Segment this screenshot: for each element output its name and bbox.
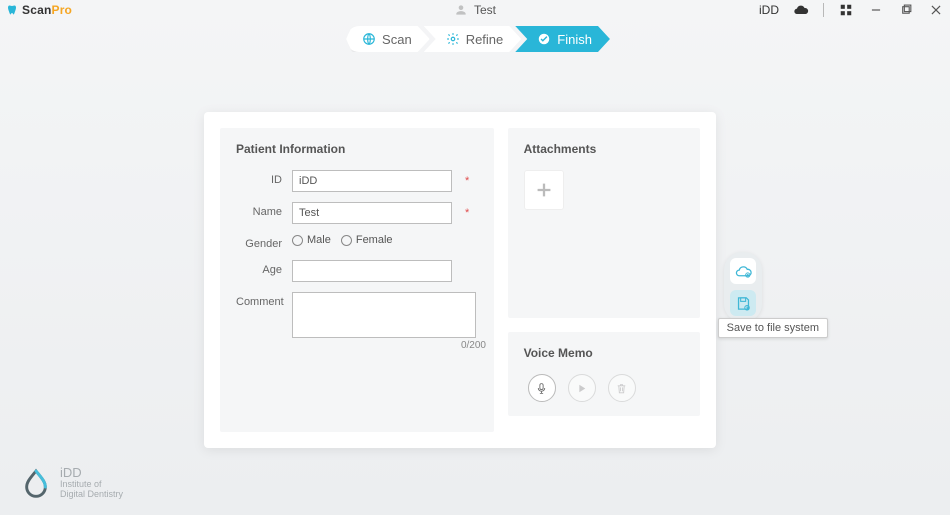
droplet-icon [20, 467, 52, 499]
save-to-file-button[interactable] [730, 290, 756, 316]
step-label: Scan [382, 32, 412, 47]
header-idd-label[interactable]: iDD [759, 3, 779, 17]
close-button[interactable] [928, 2, 944, 18]
header-user-name: Test [474, 3, 496, 17]
logo-text: ScanPro [22, 3, 72, 17]
main-card: Patient Information ID * Name * Gender [204, 112, 716, 448]
save-tooltip: Save to file system [718, 318, 828, 338]
header-user: Test [454, 3, 496, 17]
play-button[interactable] [568, 374, 596, 402]
watermark-logo: iDD Institute of Digital Dentistry [20, 466, 123, 499]
minimize-button[interactable] [868, 2, 884, 18]
patient-info-panel: Patient Information ID * Name * Gender [220, 128, 494, 432]
header-actions: iDD [759, 2, 944, 18]
step-finish[interactable]: Finish [515, 26, 610, 52]
floppy-disk-icon [735, 295, 752, 312]
panel-title: Patient Information [236, 142, 478, 156]
comment-textarea[interactable] [292, 292, 476, 338]
required-marker: * [465, 175, 469, 187]
gender-female-radio[interactable]: Female [341, 234, 393, 246]
radio-label: Female [356, 234, 393, 246]
check-circle-icon [537, 32, 551, 46]
age-label: Age [236, 260, 292, 276]
trash-icon [615, 382, 628, 395]
play-icon [575, 382, 588, 395]
app-logo: ScanPro [6, 3, 72, 17]
cloud-upload-button[interactable] [730, 258, 756, 284]
name-label: Name [236, 202, 292, 218]
tooth-icon [6, 4, 18, 16]
required-marker: * [465, 207, 469, 219]
age-input[interactable] [292, 260, 452, 282]
attachments-panel: Attachments [508, 128, 700, 318]
id-label: ID [236, 170, 292, 186]
microphone-icon [535, 382, 548, 395]
cloud-icon[interactable] [793, 2, 809, 18]
name-input[interactable] [292, 202, 452, 224]
step-refine[interactable]: Refine [424, 26, 522, 52]
workflow-stepper: Scan Refine Finish [0, 26, 950, 52]
comment-char-counter: 0/200 [302, 340, 486, 351]
globe-icon [362, 32, 376, 46]
title-bar: ScanPro Test iDD [0, 0, 950, 20]
panel-title: Attachments [524, 142, 684, 156]
maximize-button[interactable] [898, 2, 914, 18]
comment-label: Comment [236, 292, 292, 308]
grid-icon[interactable] [838, 2, 854, 18]
gender-label: Gender [236, 234, 292, 250]
add-attachment-button[interactable] [524, 170, 564, 210]
delete-button[interactable] [608, 374, 636, 402]
panel-title: Voice Memo [524, 346, 684, 360]
gear-icon [446, 32, 460, 46]
step-label: Finish [557, 32, 592, 47]
step-scan[interactable]: Scan [346, 26, 430, 52]
separator [823, 3, 824, 17]
gender-male-radio[interactable]: Male [292, 234, 331, 246]
person-icon [454, 3, 468, 17]
watermark-text: iDD Institute of Digital Dentistry [60, 466, 123, 499]
radio-circle-icon [341, 235, 352, 246]
export-rail [724, 252, 762, 322]
id-input[interactable] [292, 170, 452, 192]
radio-label: Male [307, 234, 331, 246]
radio-circle-icon [292, 235, 303, 246]
step-label: Refine [466, 32, 504, 47]
voice-memo-panel: Voice Memo [508, 332, 700, 416]
cloud-upload-icon [735, 263, 752, 280]
plus-icon [533, 179, 555, 201]
record-button[interactable] [528, 374, 556, 402]
